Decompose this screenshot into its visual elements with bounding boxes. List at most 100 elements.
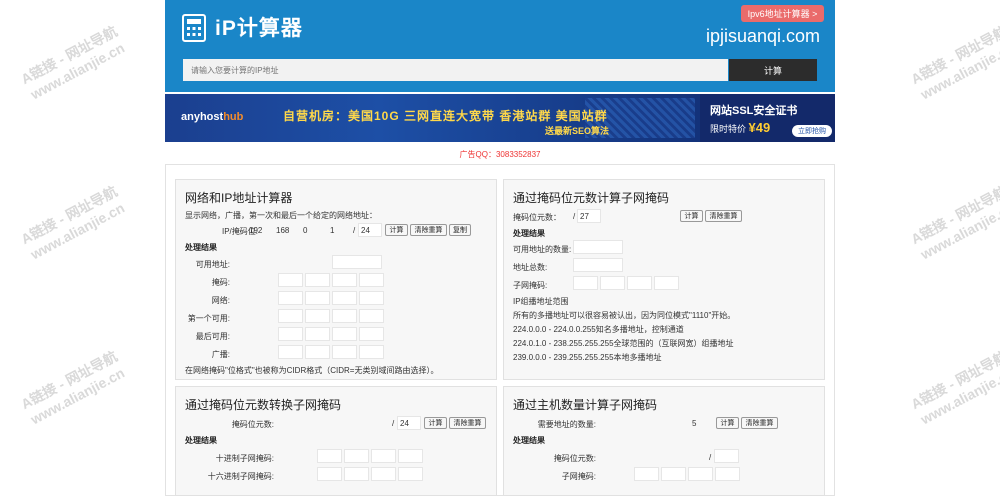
host-count-panel: 通过主机数量计算子网掩码 需要地址的数量: 5 计算 清除重算 处理结果 掩码位…: [503, 386, 825, 496]
hex-octet-2[interactable]: [344, 467, 369, 481]
mask-bits-input[interactable]: 24: [397, 416, 421, 430]
calculate-button[interactable]: 计算: [385, 224, 408, 236]
mask-bits-field[interactable]: [714, 449, 739, 463]
result-octet-field[interactable]: [305, 309, 330, 323]
ssl-price: 限时特价 ¥49: [710, 120, 771, 135]
main-content: 网络和IP地址计算器 显示网络，广播，第一次和最后一个给定的网络地址： IP/掩…: [165, 164, 835, 496]
clear-button[interactable]: 清除重算: [741, 417, 778, 429]
row-label: 广播:: [211, 350, 230, 359]
result-octet-field[interactable]: [359, 273, 384, 287]
site-header: iP计算器 Ipv6地址计算器 > ipjisuanqi.com 计算: [165, 0, 835, 92]
clear-button[interactable]: 清除重算: [449, 417, 486, 429]
result-octet-field[interactable]: [305, 291, 330, 305]
decimal-octet-1[interactable]: [317, 449, 342, 463]
total-count-field[interactable]: [573, 258, 623, 272]
ssl-buy-button[interactable]: 立即抢购: [792, 125, 832, 137]
result-octet-field[interactable]: [305, 345, 330, 359]
decimal-octet-2[interactable]: [344, 449, 369, 463]
subnet-octet-3[interactable]: [627, 276, 652, 290]
banner-hosting[interactable]: anyhosthub 自营机房：美国10G 三网直连大宽带 香港站群 美国站群 …: [165, 94, 700, 142]
result-octet-field[interactable]: [305, 273, 330, 287]
result-octet-field[interactable]: [359, 291, 384, 305]
available-count-field[interactable]: [332, 255, 382, 269]
banner-slogan: 自营机房：美国10G 三网直连大宽带 香港站群 美国站群: [283, 109, 608, 123]
watermark: A链接 - 网址导航 www.alianjie.cn: [908, 22, 1000, 103]
hex-octet-1[interactable]: [317, 467, 342, 481]
calculate-button[interactable]: 计算: [716, 417, 739, 429]
ssl-title: 网站SSL安全证书: [710, 105, 798, 117]
site-logo[interactable]: iP计算器: [215, 12, 303, 42]
mask-convert-panel: 通过掩码位元数转换子网掩码 掩码位元数: / 24 计算 清除重算 处理结果 十…: [175, 386, 497, 496]
banner-ad[interactable]: anyhosthub 自营机房：美国10G 三网直连大宽带 香港站群 美国站群 …: [165, 94, 835, 142]
result-octet-field[interactable]: [278, 345, 303, 359]
decimal-octet-3[interactable]: [371, 449, 396, 463]
result-octet-field[interactable]: [278, 273, 303, 287]
subnet-octet-2[interactable]: [661, 467, 686, 481]
subnet-octet-1[interactable]: [573, 276, 598, 290]
row-label: 网络:: [211, 296, 230, 305]
result-octet-field[interactable]: [359, 345, 384, 359]
row-label: 最后可用:: [195, 332, 230, 341]
calculate-button[interactable]: 计算: [680, 210, 703, 222]
row-label: 第一个可用:: [187, 314, 230, 323]
calculate-button[interactable]: 计算: [424, 417, 447, 429]
ip-octet-2-input[interactable]: 168: [274, 223, 300, 237]
mask-bits-input[interactable]: 27: [577, 209, 601, 223]
clear-button[interactable]: 清除重算: [410, 224, 447, 236]
result-octet-field[interactable]: [332, 327, 357, 341]
multicast-info: 224.0.0.0 - 224.0.0.255知名多播地址，控制通道: [513, 325, 684, 334]
row-label: 掩码:: [211, 278, 230, 287]
row-label: 地址总数:: [513, 263, 548, 272]
subnet-octet-4[interactable]: [715, 467, 740, 481]
ipv6-calculator-button[interactable]: Ipv6地址计算器 >: [741, 5, 824, 22]
site-domain: ipjisuanqi.com: [706, 26, 821, 46]
banner-ssl[interactable]: 网站SSL安全证书 限时特价 ¥49 立即抢购: [700, 94, 835, 142]
subnet-octet-1[interactable]: [634, 467, 659, 481]
result-octet-field[interactable]: [332, 291, 357, 305]
result-octet-field[interactable]: [332, 345, 357, 359]
hex-octet-3[interactable]: [371, 467, 396, 481]
subnet-octet-4[interactable]: [654, 276, 679, 290]
row-label: 十进制子网掩码:: [215, 454, 274, 463]
watermark: A链接 - 网址导航 www.alianjie.cn: [908, 347, 1000, 428]
multicast-info: 所有的多播地址可以很容易被认出，因为同位模式"1110"开始。: [513, 311, 736, 320]
row-label: 可用地址:: [195, 260, 230, 269]
result-octet-field[interactable]: [305, 327, 330, 341]
clear-button[interactable]: 清除重算: [705, 210, 742, 222]
ip-octet-3-input[interactable]: 0: [301, 223, 327, 237]
result-octet-field[interactable]: [278, 309, 303, 323]
mask-bits-input[interactable]: 24: [358, 223, 382, 237]
available-count-field[interactable]: [573, 240, 623, 254]
hosts-label: 需要地址的数量:: [537, 420, 596, 429]
cidr-note: 在网络掩码"位格式"也被称为CIDR格式（CIDR=无类别域间路由选择）。: [185, 366, 439, 375]
hosts-input[interactable]: 5: [690, 416, 714, 430]
calculate-button[interactable]: 计算: [729, 59, 817, 81]
result-octet-field[interactable]: [332, 273, 357, 287]
result-octet-field[interactable]: [359, 309, 384, 323]
result-octet-field[interactable]: [359, 327, 384, 341]
multicast-info: IP组播地址范围: [513, 297, 569, 306]
result-octet-field[interactable]: [332, 309, 357, 323]
subnet-octet-3[interactable]: [688, 467, 713, 481]
panel-description: 显示网络，广播，第一次和最后一个给定的网络地址：: [185, 211, 377, 220]
slash: /: [353, 226, 356, 235]
panel-title: 网络和IP地址计算器: [185, 191, 293, 205]
row-label: 掩码位元数:: [553, 454, 596, 463]
multicast-info: 224.0.1.0 - 238.255.255.255全球范围的（互联网宽）组播…: [513, 339, 734, 348]
search-input[interactable]: [183, 59, 728, 81]
decimal-octet-4[interactable]: [398, 449, 423, 463]
result-heading: 处理结果: [513, 229, 545, 238]
result-octet-field[interactable]: [278, 327, 303, 341]
hex-octet-4[interactable]: [398, 467, 423, 481]
row-label: 可用地址的数量:: [513, 245, 572, 254]
watermark: A链接 - 网址导航 www.alianjie.cn: [908, 182, 1000, 263]
ip-octet-4-input[interactable]: 1: [328, 223, 354, 237]
ad-contact: 广告QQ：3083352837: [459, 150, 541, 159]
row-label: 子网掩码:: [513, 281, 548, 290]
subnet-octet-2[interactable]: [600, 276, 625, 290]
result-octet-field[interactable]: [278, 291, 303, 305]
result-heading: 处理结果: [185, 243, 217, 252]
copy-button[interactable]: 复制: [449, 224, 471, 236]
banner-brand: anyhosthub: [181, 111, 244, 123]
ip-octet-1-input[interactable]: 192: [247, 223, 273, 237]
